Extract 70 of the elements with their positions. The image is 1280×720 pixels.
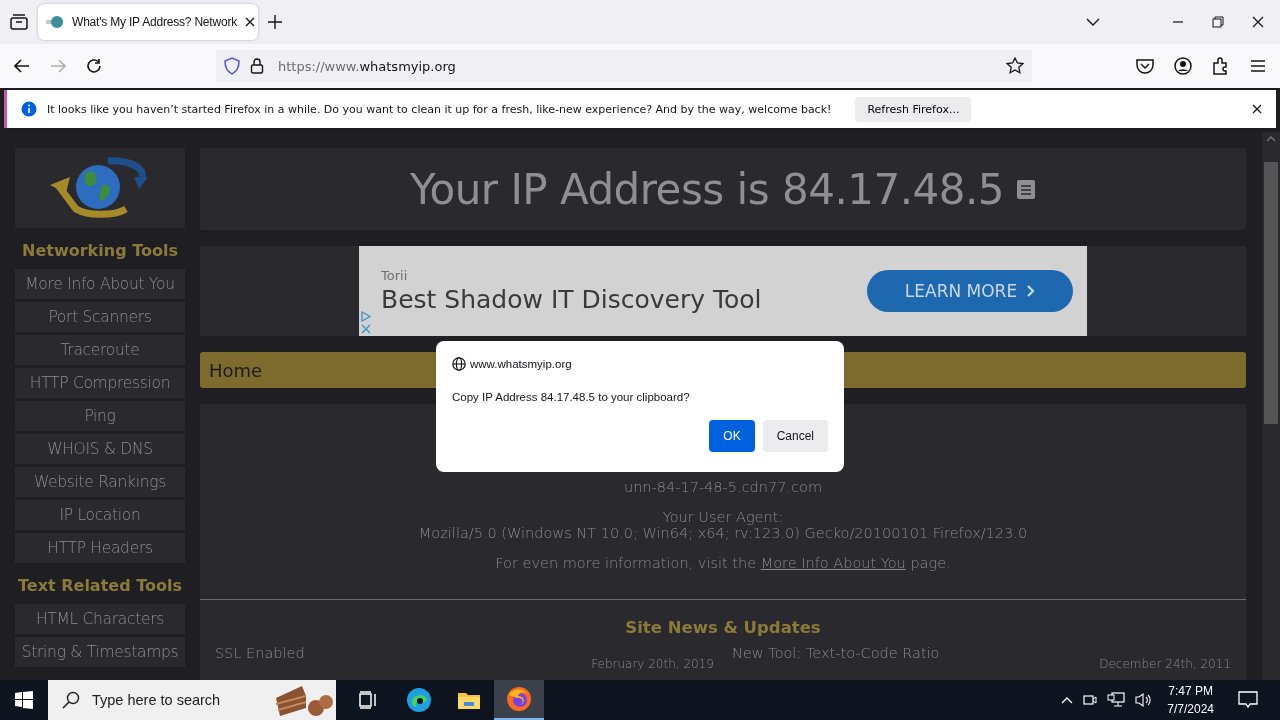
notifications-icon[interactable] bbox=[1238, 691, 1258, 709]
browser-tab[interactable]: What's My IP Address? Network bbox=[38, 4, 258, 40]
close-icon[interactable] bbox=[1252, 16, 1264, 28]
info-icon bbox=[21, 101, 37, 117]
scroll-up-icon[interactable] bbox=[1266, 136, 1276, 142]
news-date: December 24th, 2011 bbox=[1099, 657, 1231, 671]
shield-icon[interactable] bbox=[224, 57, 240, 75]
refresh-firefox-button[interactable]: Refresh Firefox... bbox=[855, 96, 972, 122]
task-view-icon[interactable] bbox=[359, 691, 379, 709]
cancel-button[interactable]: Cancel bbox=[762, 420, 828, 452]
chevron-down-icon[interactable] bbox=[1086, 18, 1100, 26]
chevron-right-icon bbox=[1027, 285, 1036, 297]
camera-icon[interactable] bbox=[1083, 692, 1098, 708]
close-icon[interactable] bbox=[1252, 104, 1262, 114]
more-info-text: For even more information, visit the More Info About You page. bbox=[495, 555, 951, 571]
chevron-up-icon[interactable] bbox=[1061, 696, 1074, 704]
sidebar-link[interactable]: WHOIS & DNS bbox=[15, 434, 185, 464]
search-icon bbox=[62, 691, 80, 709]
sidebar-link[interactable]: Ping bbox=[15, 401, 185, 431]
news-heading: Site News & Updates bbox=[625, 618, 821, 637]
ad-headline: Best Shadow IT Discovery Tool bbox=[381, 285, 763, 314]
copy-icon[interactable] bbox=[1016, 178, 1037, 200]
ip-address-heading: Your IP Address is 84.17.48.5 bbox=[409, 164, 1005, 214]
folder-icon[interactable] bbox=[457, 690, 481, 710]
sidebar-link[interactable]: HTTP Headers bbox=[15, 533, 185, 563]
learn-more-button[interactable]: LEARN MORE bbox=[867, 270, 1073, 312]
notification-message: It looks like you haven’t started Firefox in a while. Do you want to clean it up for a fresh, like-new experience? And by the way, welcome back! bbox=[47, 102, 832, 116]
ad-brand: Torii bbox=[381, 268, 409, 283]
menu-icon[interactable] bbox=[1250, 59, 1266, 73]
news-date: February 20th, 2019 bbox=[591, 657, 714, 671]
sidebar-link[interactable]: More Info About You bbox=[15, 269, 185, 299]
more-info-link[interactable]: More Info About You bbox=[760, 555, 906, 571]
sidebar-link[interactable]: Port Scanners bbox=[15, 302, 185, 332]
restore-icon[interactable] bbox=[1212, 16, 1224, 28]
puzzle-icon[interactable] bbox=[1212, 57, 1230, 75]
sidebar-link[interactable]: HTML Characters bbox=[15, 604, 185, 634]
tab-list-icon[interactable] bbox=[10, 14, 28, 30]
lock-icon bbox=[250, 58, 264, 74]
site-logo[interactable] bbox=[15, 148, 185, 228]
sidebar-link[interactable]: Website Rankings bbox=[15, 467, 185, 497]
volume-icon[interactable] bbox=[1135, 692, 1154, 708]
taskbar-clock[interactable]: 7:47 PM 7/7/2024 bbox=[1167, 682, 1214, 718]
windows-start-icon[interactable] bbox=[15, 691, 33, 709]
taskbar-app[interactable] bbox=[494, 680, 544, 720]
dialog-origin: www.whatsmyip.org bbox=[470, 358, 572, 370]
firefox-icon[interactable] bbox=[506, 686, 532, 712]
sidebar-link[interactable]: String & Timestamps bbox=[15, 637, 185, 667]
ad-banner[interactable]: Torii Best Shadow IT Discovery Tool LEARN MORE bbox=[359, 246, 1087, 336]
scrollbar[interactable] bbox=[1262, 132, 1280, 680]
sidebar-link[interactable]: Traceroute bbox=[15, 335, 185, 365]
user-agent-text: Mozilla/5.0 (Windows NT 10.0; Win64; x64; rv:123.0) Gecko/20100101 Firefox/123.0 bbox=[418, 525, 1028, 541]
sidebar-link[interactable]: IP Location bbox=[15, 500, 185, 530]
dialog-message: Copy IP Address 84.17.48.5 to your clipboard? bbox=[452, 391, 691, 403]
close-icon[interactable] bbox=[245, 17, 255, 27]
account-icon[interactable] bbox=[1174, 57, 1192, 75]
new-tab-icon[interactable] bbox=[268, 15, 282, 29]
star-icon[interactable] bbox=[1006, 57, 1024, 75]
section-heading: Networking Tools bbox=[21, 240, 179, 262]
ok-button[interactable]: OK bbox=[709, 420, 755, 452]
address-bar[interactable]: https://www.whatsmyip.org bbox=[216, 50, 1032, 82]
reload-icon[interactable] bbox=[86, 58, 102, 74]
sidebar-link[interactable]: HTTP Compression bbox=[15, 368, 185, 398]
network-icon[interactable] bbox=[1107, 692, 1126, 708]
pocket-icon[interactable] bbox=[1136, 58, 1154, 74]
user-agent-label: Your User Agent: bbox=[662, 509, 784, 525]
section-heading: Text Related Tools bbox=[17, 575, 183, 597]
taskbar-search-field[interactable]: Type here to search bbox=[48, 680, 336, 720]
hostname-text: unn-84-17-48-5.cdn77.com bbox=[623, 479, 823, 495]
back-icon[interactable] bbox=[14, 59, 30, 73]
edge-icon[interactable] bbox=[406, 687, 432, 713]
